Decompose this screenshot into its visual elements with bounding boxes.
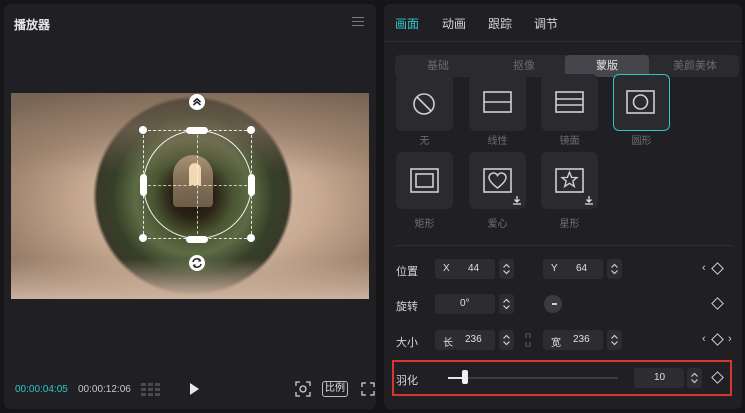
feather-field[interactable]: 10: [634, 368, 684, 388]
position-x-stepper[interactable]: [499, 259, 514, 279]
position-y-prefix: Y: [551, 263, 558, 274]
download-icon: [585, 196, 593, 205]
player-title: 播放器: [14, 18, 51, 32]
linear-mask-icon: [483, 91, 512, 113]
position-label: 位置: [396, 266, 418, 278]
feather-value: 10: [654, 372, 666, 383]
focus-icon[interactable]: [295, 381, 311, 397]
size-width-value: 236: [465, 334, 482, 345]
rotation-keyframe-icon[interactable]: [711, 297, 724, 310]
size-width-field[interactable]: 长 236: [435, 330, 495, 350]
feather-label: 羽化: [396, 375, 418, 387]
position-y-stepper[interactable]: [607, 259, 622, 279]
timeline-grid-icon[interactable]: [141, 382, 161, 396]
mask-option-star[interactable]: [541, 152, 598, 209]
size-height-field[interactable]: 宽 236: [543, 330, 603, 350]
mask-corner-handle-tl[interactable]: [139, 126, 147, 134]
size-width-prefix: 长: [443, 338, 453, 349]
total-time: 00:00:12:06: [78, 384, 131, 395]
mask-right-handle[interactable]: [248, 174, 255, 196]
rectangle-mask-icon: [410, 168, 439, 193]
rotation-label: 旋转: [396, 301, 418, 313]
mask-option-mirror[interactable]: [541, 74, 598, 131]
tab-tracking[interactable]: 跟踪: [488, 15, 512, 32]
rotation-dial[interactable]: [544, 295, 562, 313]
player-panel: 播放器 00:00:04:05 00:00:12:06 比例: [4, 4, 376, 409]
stepper-arrows-icon: [503, 298, 510, 310]
feather-slider-thumb[interactable]: [462, 370, 468, 384]
size-height-stepper[interactable]: [607, 330, 622, 350]
size-prev-keyframe-icon[interactable]: ‹: [702, 333, 706, 345]
position-y-field[interactable]: Y 64: [543, 259, 603, 279]
stepper-arrows-icon: [503, 263, 510, 275]
section-divider: [395, 245, 733, 246]
mask-corner-handle-bl[interactable]: [139, 234, 147, 242]
rotate-handle-icon[interactable]: [189, 255, 205, 271]
link-ratio-icon[interactable]: [524, 333, 532, 347]
tab-adjust[interactable]: 调节: [534, 15, 558, 32]
size-label: 大小: [396, 337, 418, 349]
size-keyframe-icon[interactable]: [711, 333, 724, 346]
rotation-value: 0°: [460, 298, 470, 309]
mask-label-rectangle: 矩形: [414, 219, 435, 230]
rotation-stepper[interactable]: [499, 294, 514, 314]
mask-label-none: 无: [419, 136, 430, 147]
mask-corner-handle-tr[interactable]: [247, 126, 255, 134]
mask-option-circle[interactable]: [613, 74, 670, 131]
stepper-arrows-icon: [611, 263, 618, 275]
mask-bottom-handle[interactable]: [186, 236, 208, 243]
tab-animation[interactable]: 动画: [442, 15, 466, 32]
position-keyframe-icon[interactable]: [711, 262, 724, 275]
feather-stepper[interactable]: [687, 368, 702, 388]
mask-option-linear[interactable]: [469, 74, 526, 131]
size-next-keyframe-icon[interactable]: ›: [728, 333, 732, 345]
current-time: 00:00:04:05: [15, 384, 68, 395]
mask-option-none[interactable]: [396, 74, 453, 131]
mask-option-heart[interactable]: [469, 152, 526, 209]
mask-option-rectangle[interactable]: [396, 152, 453, 209]
download-icon: [513, 196, 521, 205]
fullscreen-icon[interactable]: [361, 382, 375, 396]
mask-label-circle: 圆形: [631, 136, 652, 147]
feather-drag-icon[interactable]: [189, 94, 205, 110]
stepper-arrows-icon: [691, 372, 698, 384]
no-mask-icon: [413, 93, 435, 115]
tab-picture[interactable]: 画面: [395, 15, 419, 32]
position-x-prefix: X: [443, 263, 450, 274]
ratio-button[interactable]: 比例: [322, 381, 348, 397]
mirror-mask-icon: [555, 91, 584, 113]
position-x-value: 44: [468, 263, 480, 274]
size-width-stepper[interactable]: [499, 330, 514, 350]
app-root: 播放器 00:00:04:05 00:00:12:06 比例 画面 动画 跟踪 …: [0, 0, 745, 413]
mask-label-mirror: 镜面: [559, 136, 580, 147]
stepper-arrows-icon: [503, 334, 510, 346]
mask-label-linear: 线性: [487, 136, 508, 147]
position-y-value: 64: [576, 263, 588, 274]
size-height-value: 236: [573, 334, 590, 345]
position-x-field[interactable]: X 44: [435, 259, 495, 279]
mask-circle[interactable]: [143, 130, 252, 239]
rotation-field[interactable]: 0°: [435, 294, 495, 314]
mask-corner-handle-br[interactable]: [247, 234, 255, 242]
menu-icon[interactable]: [352, 17, 364, 27]
feather-slider-track[interactable]: [448, 377, 618, 379]
circle-mask-icon: [626, 90, 655, 114]
mask-left-handle[interactable]: [140, 174, 147, 196]
mask-label-star: 星形: [559, 219, 580, 230]
stepper-arrows-icon: [611, 334, 618, 346]
mask-label-heart: 爱心: [487, 219, 508, 230]
mask-top-handle[interactable]: [186, 127, 208, 134]
size-height-prefix: 宽: [551, 338, 561, 349]
play-icon[interactable]: [190, 383, 199, 395]
top-tab-bar: 画面 动画 跟踪 调节: [384, 4, 742, 42]
properties-panel: 画面 动画 跟踪 调节 基础 抠像 蒙版 美颜美体 无 线性 镜面 圆形 矩形 …: [384, 4, 742, 409]
prev-keyframe-icon[interactable]: ‹: [702, 262, 706, 274]
